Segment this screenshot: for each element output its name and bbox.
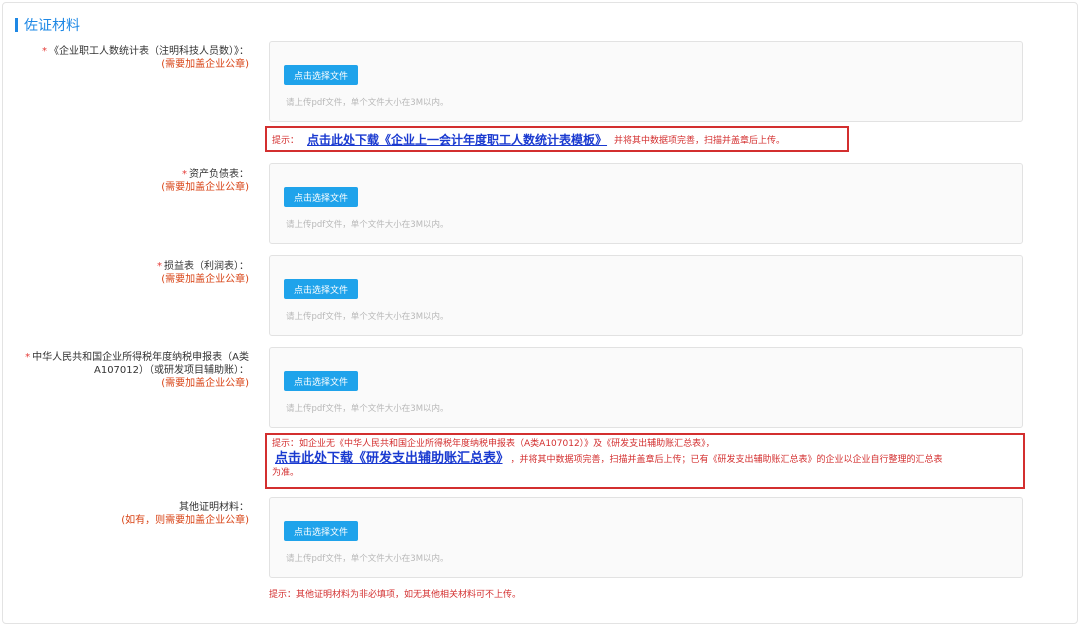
upload-hint: 请上传pdf文件，单个文件大小在3M以内。 — [286, 220, 449, 230]
section-title-text: 佐证材料 — [24, 18, 80, 34]
field-note: (需要加盖企业公章) — [161, 182, 249, 193]
choose-file-button[interactable]: 点击选择文件 — [284, 65, 358, 85]
field-note: (需要加盖企业公章) — [161, 59, 249, 70]
field-label-tax-return: * 中华人民共和国企业所得税年度纳税申报表（A类 A107012）（或研发项目辅助… — [25, 352, 249, 389]
tip-other-proof: 提示：其他证明材料为非必填项，如无其他相关材料可不上传。 — [269, 590, 522, 600]
required-mark: * — [182, 169, 187, 180]
download-rd-summary-link[interactable]: 点击此处下载《研发支出辅助账汇总表》 — [275, 451, 503, 466]
tip-employee-stats: 提示： 点击此处下载《企业上一会计年度职工人数统计表模板》 并将其中数据项完善，… — [265, 126, 849, 152]
upload-box-other-proof: 点击选择文件 请上传pdf文件，单个文件大小在3M以内。 — [269, 497, 1023, 578]
field-label-employee-stats: * 《企业职工人数统计表（注明科技人员数）》： (需要加盖企业公章) — [42, 46, 249, 70]
field-label-balance-sheet: * 资产负债表： (需要加盖企业公章) — [161, 169, 249, 193]
field-label-income-statement: * 损益表（利润表）： (需要加盖企业公章) — [157, 261, 249, 285]
download-employee-template-link[interactable]: 点击此处下载《企业上一会计年度职工人数统计表模板》 — [307, 131, 607, 148]
choose-file-button[interactable]: 点击选择文件 — [284, 521, 358, 541]
choose-file-button[interactable]: 点击选择文件 — [284, 279, 358, 299]
tip-rd-summary: 提示：如企业无《中华人民共和国企业所得税年度纳税申报表（A类A107012）》及… — [265, 433, 1025, 489]
upload-box-employee-stats: 点击选择文件 请上传pdf文件，单个文件大小在3M以内。 — [269, 41, 1023, 122]
upload-box-balance-sheet: 点击选择文件 请上传pdf文件，单个文件大小在3M以内。 — [269, 163, 1023, 244]
upload-hint: 请上传pdf文件，单个文件大小在3M以内。 — [286, 404, 449, 414]
required-mark: * — [25, 352, 31, 363]
upload-box-income-statement: 点击选择文件 请上传pdf文件，单个文件大小在3M以内。 — [269, 255, 1023, 336]
upload-hint: 请上传pdf文件，单个文件大小在3M以内。 — [286, 98, 449, 108]
field-note: (如有，则需要加盖企业公章) — [121, 515, 249, 526]
required-mark: * — [42, 46, 47, 57]
required-mark: * — [157, 261, 162, 272]
section-accent-bar — [15, 18, 18, 32]
choose-file-button[interactable]: 点击选择文件 — [284, 371, 358, 391]
field-note: (需要加盖企业公章) — [161, 274, 249, 285]
upload-box-tax-return: 点击选择文件 请上传pdf文件，单个文件大小在3M以内。 — [269, 347, 1023, 428]
field-label-other-proof: 其他证明材料： (如有，则需要加盖企业公章) — [121, 502, 249, 526]
upload-hint: 请上传pdf文件，单个文件大小在3M以内。 — [286, 312, 449, 322]
upload-hint: 请上传pdf文件，单个文件大小在3M以内。 — [286, 554, 449, 564]
section-title: 佐证材料 — [15, 17, 80, 34]
choose-file-button[interactable]: 点击选择文件 — [284, 187, 358, 207]
field-note: (需要加盖企业公章) — [161, 378, 249, 389]
evidence-materials-panel: 佐证材料 * 《企业职工人数统计表（注明科技人员数）》： (需要加盖企业公章) 点… — [2, 2, 1078, 624]
